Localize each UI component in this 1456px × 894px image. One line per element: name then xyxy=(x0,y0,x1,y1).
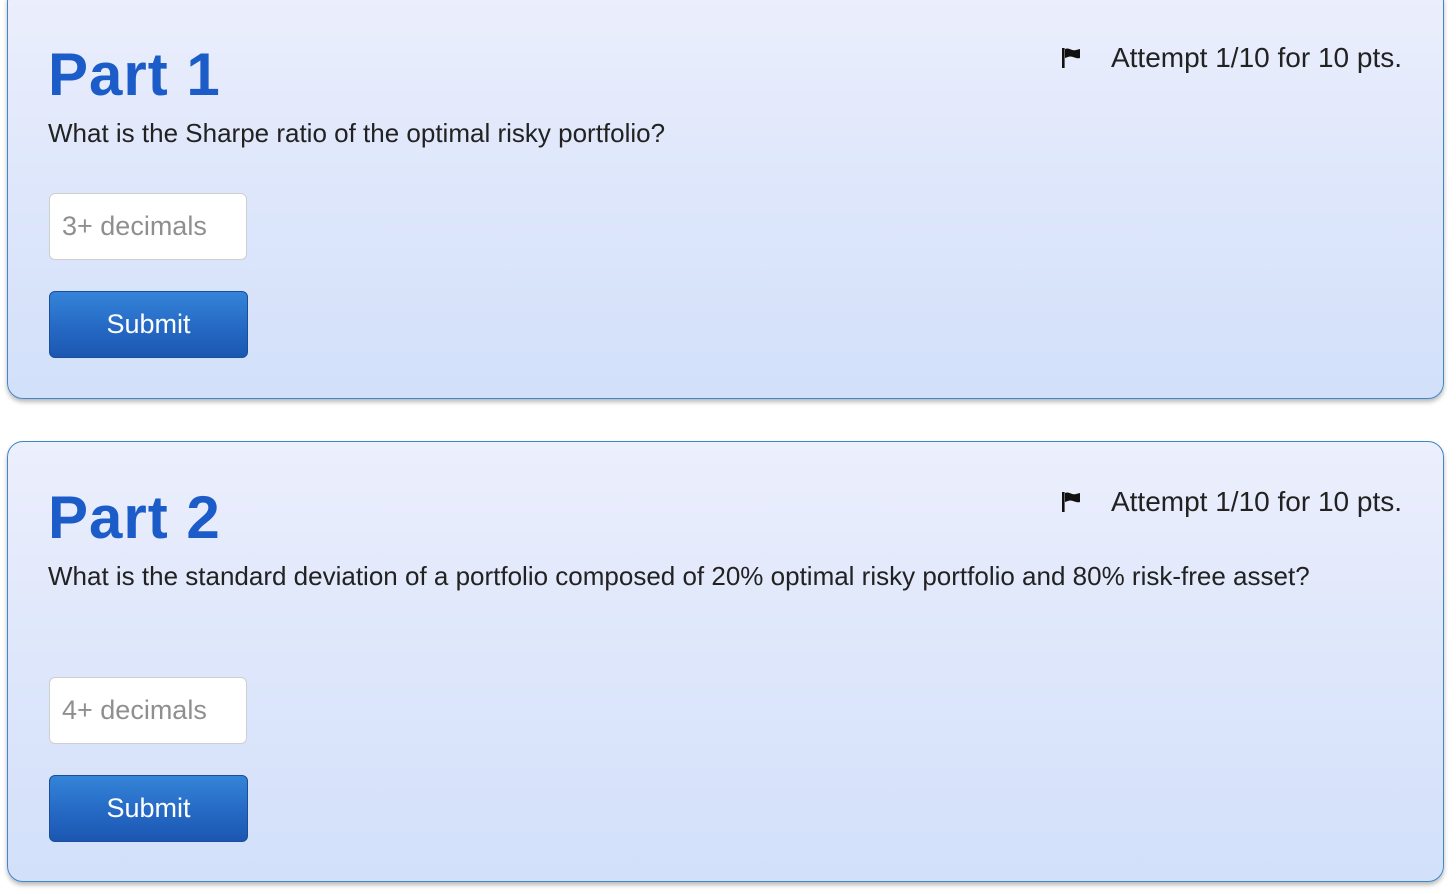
question-text: What is the Sharpe ratio of the optimal … xyxy=(48,118,666,148)
attempt-info: Attempt 1/10 for 10 pts. xyxy=(1061,486,1402,518)
submit-button[interactable]: Submit xyxy=(49,291,248,358)
part-title: Part 1 xyxy=(48,41,221,108)
answer-input[interactable] xyxy=(49,193,247,260)
question-panel-part-1: Part 1 Attempt 1/10 for 10 pts. What is … xyxy=(7,0,1444,399)
attempt-text: Attempt 1/10 for 10 pts. xyxy=(1110,42,1402,73)
attempt-info: Attempt 1/10 for 10 pts. xyxy=(1061,42,1402,74)
submit-button[interactable]: Submit xyxy=(49,775,248,842)
flag-icon[interactable] xyxy=(1061,47,1083,69)
part-title: Part 2 xyxy=(48,484,221,551)
flag-icon[interactable] xyxy=(1061,491,1083,513)
question-panel-part-2: Part 2 Attempt 1/10 for 10 pts. What is … xyxy=(7,441,1444,882)
question-text: What is the standard deviation of a port… xyxy=(48,561,1310,591)
answer-input[interactable] xyxy=(49,677,247,744)
attempt-text: Attempt 1/10 for 10 pts. xyxy=(1110,486,1402,517)
